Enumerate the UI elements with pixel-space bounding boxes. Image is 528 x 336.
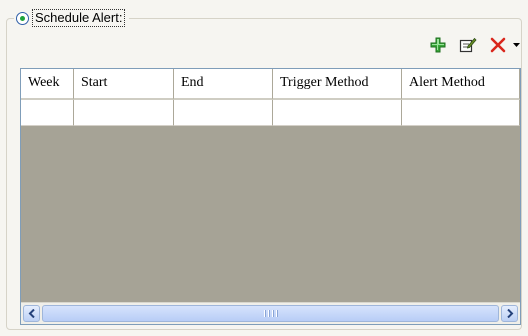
table-cell[interactable] [402, 100, 520, 126]
table-cell[interactable] [21, 100, 74, 126]
schedule-grid: Week Start End Trigger Method Alert Meth… [20, 68, 521, 325]
column-header-week[interactable]: Week [21, 69, 74, 100]
add-icon [430, 37, 446, 53]
scroll-left-button[interactable] [23, 305, 40, 322]
radio-selected-dot [20, 15, 25, 21]
table-row[interactable] [21, 100, 520, 126]
table-cell[interactable] [174, 100, 273, 126]
delete-dropdown-button[interactable] [512, 35, 520, 55]
column-header-end[interactable]: End [174, 69, 273, 100]
add-button[interactable] [428, 35, 448, 55]
delete-icon [490, 37, 506, 53]
schedule-alert-option[interactable]: Schedule Alert: [14, 8, 130, 28]
delete-button[interactable] [488, 35, 508, 55]
schedule-alert-label[interactable]: Schedule Alert: [32, 9, 126, 27]
scrollbar-grip [263, 310, 278, 317]
column-header-start[interactable]: Start [74, 69, 174, 100]
dropdown-arrow-icon [512, 42, 520, 47]
table-cell[interactable] [74, 100, 174, 126]
chevron-left-icon [28, 309, 35, 318]
grid-toolbar [428, 35, 520, 55]
edit-button[interactable] [458, 35, 478, 55]
grid-header-row: Week Start End Trigger Method Alert Meth… [21, 69, 520, 100]
column-header-alert-method[interactable]: Alert Method [402, 69, 520, 100]
scrollbar-track[interactable] [42, 305, 499, 322]
horizontal-scrollbar[interactable] [21, 302, 520, 324]
scrollbar-thumb[interactable] [42, 305, 499, 322]
chevron-right-icon [506, 309, 513, 318]
table-cell[interactable] [273, 100, 402, 126]
schedule-alert-radio[interactable] [16, 11, 29, 25]
edit-icon [459, 37, 477, 53]
column-header-trigger-method[interactable]: Trigger Method [273, 69, 402, 100]
scroll-right-button[interactable] [501, 305, 518, 322]
